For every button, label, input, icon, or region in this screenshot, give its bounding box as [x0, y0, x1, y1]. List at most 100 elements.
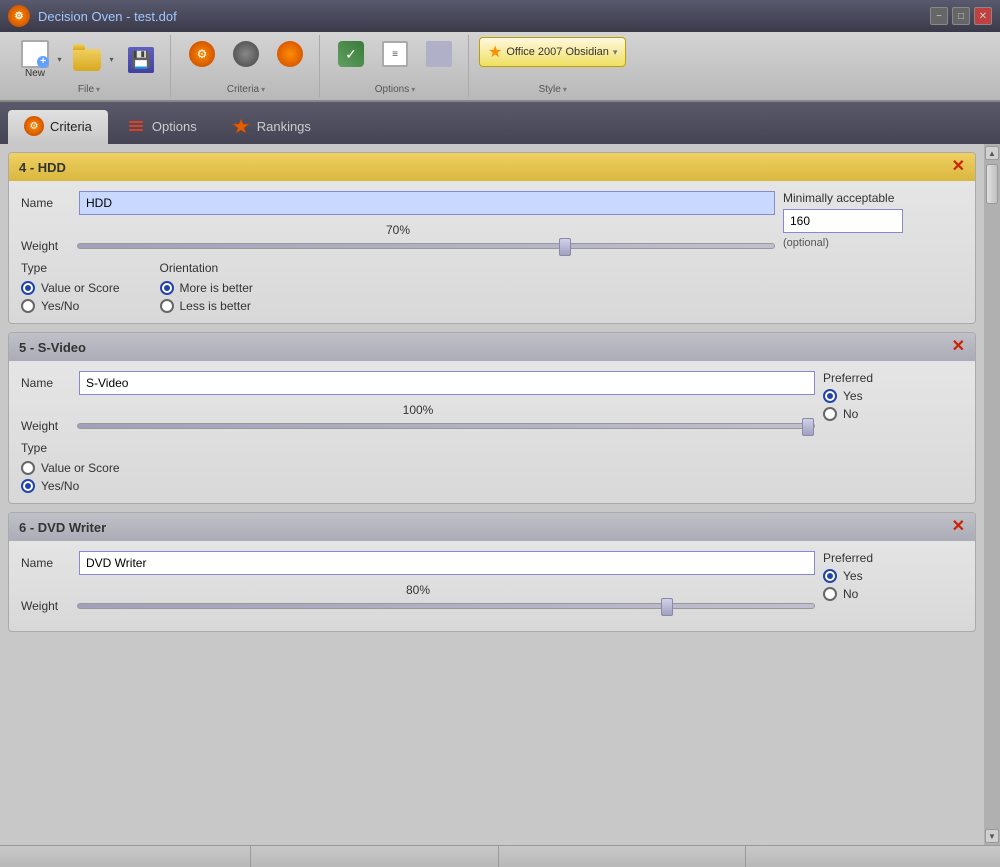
- new-button-group[interactable]: New ▾: [16, 37, 66, 82]
- options-btn1[interactable]: ✓: [330, 37, 372, 71]
- hdd-card-title: 4 - HDD: [19, 160, 66, 175]
- svideo-slider-track[interactable]: [77, 423, 815, 429]
- hdd-type-value-dot: [25, 285, 31, 291]
- open-button-group[interactable]: ▾: [68, 43, 118, 77]
- hdd-card-header: 4 - HDD ✕: [9, 153, 975, 181]
- tab-options[interactable]: Options: [110, 110, 213, 144]
- hdd-orientation-more-text: More is better: [180, 281, 253, 295]
- status-segment-1: [8, 846, 251, 867]
- svideo-main-row: Name 100% Weight: [21, 371, 963, 493]
- options-btn3[interactable]: [418, 37, 460, 71]
- status-bar: [0, 845, 1000, 867]
- star-icon: ★: [488, 42, 502, 62]
- window-title: Decision Oven - test.dof: [38, 9, 177, 24]
- criteria-btn3[interactable]: [269, 37, 311, 71]
- hdd-close-button[interactable]: ✕: [952, 159, 965, 175]
- scroll-up-button[interactable]: ▲: [985, 146, 999, 160]
- hdd-orientation-group: Orientation More is better Less is: [160, 261, 253, 313]
- hdd-type-label: Type: [21, 261, 120, 275]
- hdd-orientation-more-radio[interactable]: More is better: [160, 281, 253, 295]
- dvdwriter-preferred-no-radio[interactable]: No: [823, 587, 858, 601]
- hdd-name-input[interactable]: [79, 191, 775, 215]
- scroll-thumb[interactable]: [986, 164, 998, 204]
- hdd-main-col: Name 70% Weight: [21, 191, 775, 313]
- svideo-slider-container: Weight: [21, 419, 815, 433]
- rankings-svg-icon: [232, 117, 250, 135]
- circle-orange-icon: [276, 40, 304, 68]
- dvdwriter-name-input[interactable]: [79, 551, 815, 575]
- dvdwriter-slider-container: Weight: [21, 599, 815, 613]
- status-segment-2: [255, 846, 498, 867]
- svideo-name-label: Name: [21, 376, 71, 390]
- hdd-name-row: Name: [21, 191, 775, 215]
- svideo-preferred-no-radio[interactable]: No: [823, 407, 858, 421]
- window-controls: − □ ✕: [930, 7, 992, 25]
- new-dropdown-arrow[interactable]: ▾: [54, 44, 66, 76]
- maximize-button[interactable]: □: [952, 7, 970, 25]
- hdd-type-yesno-radio[interactable]: Yes/No: [21, 299, 120, 313]
- hdd-type-value-radio[interactable]: Value or Score: [21, 281, 120, 295]
- close-button[interactable]: ✕: [974, 7, 992, 25]
- svideo-preferred-yes-radio[interactable]: Yes: [823, 389, 863, 403]
- hdd-slider-track[interactable]: [77, 243, 775, 249]
- svideo-preferred-no-text: No: [843, 407, 858, 421]
- hdd-minacc-input[interactable]: [783, 209, 903, 233]
- page-doc: ≡: [382, 41, 408, 67]
- save-button[interactable]: 💾: [120, 43, 162, 77]
- main-content: 4 - HDD ✕ Name 70% Weight: [0, 144, 1000, 845]
- dvdwriter-name-row: Name: [21, 551, 815, 575]
- file-label: File: [78, 84, 94, 95]
- dvdwriter-slider-thumb[interactable]: [661, 598, 673, 616]
- open-dropdown-arrow[interactable]: ▾: [106, 44, 118, 76]
- hdd-card: 4 - HDD ✕ Name 70% Weight: [8, 152, 976, 324]
- open-button[interactable]: [68, 43, 106, 77]
- style-dropdown-arrow: ▾: [613, 47, 618, 58]
- style-button[interactable]: ★ Office 2007 Obsidian ▾: [479, 37, 626, 67]
- options-expand-icon: ▾: [411, 85, 415, 94]
- dvdwriter-close-button[interactable]: ✕: [952, 519, 965, 535]
- criteria-gear-icon: ⚙: [188, 40, 216, 68]
- dvdwriter-preferred-yes-text: Yes: [843, 569, 863, 583]
- dvdwriter-preferred-yes-radio[interactable]: Yes: [823, 569, 863, 583]
- folder-icon: [73, 46, 101, 74]
- hdd-orientation-label: Orientation: [160, 261, 253, 275]
- svideo-type-yesno-radio[interactable]: Yes/No: [21, 479, 120, 493]
- dvdwriter-slider-track[interactable]: [77, 603, 815, 609]
- criteria-btn1[interactable]: ⚙: [181, 37, 223, 71]
- svideo-right-panel: Preferred Yes No: [823, 371, 963, 421]
- tab-criteria-label: Criteria: [50, 119, 92, 134]
- hdd-minacc-label: Minimally acceptable: [783, 191, 894, 205]
- svideo-card-header: 5 - S-Video ✕: [9, 333, 975, 361]
- dvdwriter-weight-label: Weight: [21, 599, 71, 613]
- hdd-orientation-less-circle: [160, 299, 174, 313]
- hdd-card-body: Name 70% Weight: [9, 181, 975, 323]
- status-segment-3: [503, 846, 746, 867]
- hdd-type-yesno-circle: [21, 299, 35, 313]
- svideo-name-input[interactable]: [79, 371, 815, 395]
- scroll-down-button[interactable]: ▼: [985, 829, 999, 843]
- svideo-close-button[interactable]: ✕: [952, 339, 965, 355]
- minimize-button[interactable]: −: [930, 7, 948, 25]
- svideo-type-value-circle: [21, 461, 35, 475]
- tab-rankings[interactable]: Rankings: [215, 110, 327, 144]
- options-group-label: Options ▾: [330, 84, 460, 95]
- new-button[interactable]: New: [16, 37, 54, 82]
- svideo-type-value-radio[interactable]: Value or Score: [21, 461, 120, 475]
- status-segment-4: [750, 846, 992, 867]
- tab-criteria[interactable]: ⚙ Criteria: [8, 110, 108, 144]
- hdd-minacc-note: (optional): [783, 237, 829, 249]
- hdd-orientation-less-radio[interactable]: Less is better: [160, 299, 253, 313]
- title-bar: ⚙ Decision Oven - test.dof − □ ✕: [0, 0, 1000, 32]
- svideo-slider-thumb[interactable]: [802, 418, 814, 436]
- page-icon: ≡: [381, 40, 409, 68]
- save-icon: 💾: [127, 46, 155, 74]
- svideo-weight-percent: 100%: [21, 403, 815, 417]
- dvdwriter-preferred-label: Preferred: [823, 551, 873, 565]
- scroll-area[interactable]: 4 - HDD ✕ Name 70% Weight: [0, 144, 984, 845]
- new-icon: [21, 40, 49, 68]
- scrollbar[interactable]: ▲ ▼: [984, 144, 1000, 845]
- options-btn2[interactable]: ≡: [374, 37, 416, 71]
- hdd-slider-thumb[interactable]: [559, 238, 571, 256]
- criteria-btn2[interactable]: [225, 37, 267, 71]
- tab-bar: ⚙ Criteria Options Rankings: [0, 102, 1000, 144]
